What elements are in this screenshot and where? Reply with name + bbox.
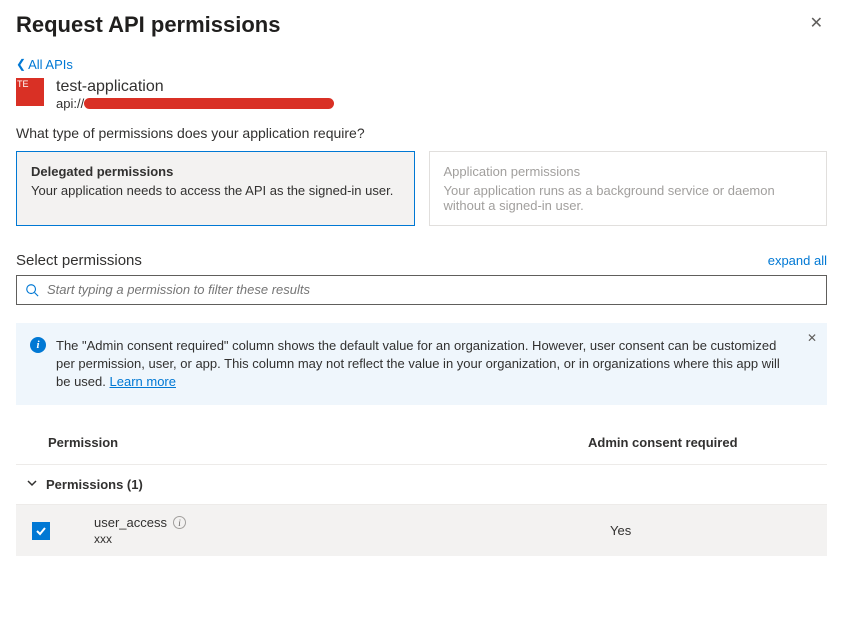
delegated-permissions-card[interactable]: Delegated permissions Your application n…: [16, 151, 415, 226]
col-admin-header: Admin consent required: [588, 435, 813, 450]
app-name: test-application: [56, 78, 334, 96]
application-permissions-card[interactable]: Application permissions Your application…: [429, 151, 828, 226]
permissions-group-label: Permissions (1): [46, 477, 143, 492]
permissions-table-header: Permission Admin consent required: [16, 425, 827, 465]
redacted-uri: [84, 98, 334, 109]
permission-name: user_access: [94, 515, 167, 530]
back-all-apis-link[interactable]: ❮ All APIs: [16, 57, 73, 72]
info-tooltip-icon[interactable]: i: [173, 516, 186, 529]
learn-more-link[interactable]: Learn more: [110, 374, 176, 389]
permission-type-prompt: What type of permissions does your appli…: [16, 125, 827, 141]
info-close-button[interactable]: ✕: [807, 331, 817, 345]
back-link-label: All APIs: [28, 57, 73, 72]
permission-search-box[interactable]: [16, 275, 827, 305]
delegated-desc: Your application needs to access the API…: [31, 183, 400, 198]
close-button[interactable]: ✕: [806, 12, 827, 36]
search-icon: [25, 283, 39, 297]
chevron-left-icon: ❮: [16, 57, 26, 71]
info-banner: i The "Admin consent required" column sh…: [16, 323, 827, 406]
expand-all-link[interactable]: expand all: [768, 253, 827, 268]
info-icon: i: [30, 337, 46, 353]
permission-desc: xxx: [94, 532, 588, 546]
page-title: Request API permissions: [16, 12, 280, 38]
app-badge: TE: [16, 78, 44, 106]
select-permissions-label: Select permissions: [16, 252, 142, 269]
admin-consent-value: Yes: [588, 523, 813, 538]
app-uri-prefix: api://: [56, 96, 84, 111]
permission-item-row[interactable]: user_access i xxx Yes: [16, 505, 827, 556]
application-title: Application permissions: [444, 164, 813, 179]
application-desc: Your application runs as a background se…: [444, 183, 813, 213]
permissions-group-row[interactable]: Permissions (1): [16, 465, 827, 505]
info-text: The "Admin consent required" column show…: [56, 337, 796, 392]
permission-search-input[interactable]: [47, 282, 818, 297]
delegated-title: Delegated permissions: [31, 164, 400, 179]
chevron-down-icon: [26, 477, 38, 492]
permission-checkbox[interactable]: [32, 522, 50, 540]
app-uri: api://: [56, 96, 334, 111]
col-permission-header: Permission: [48, 435, 588, 450]
